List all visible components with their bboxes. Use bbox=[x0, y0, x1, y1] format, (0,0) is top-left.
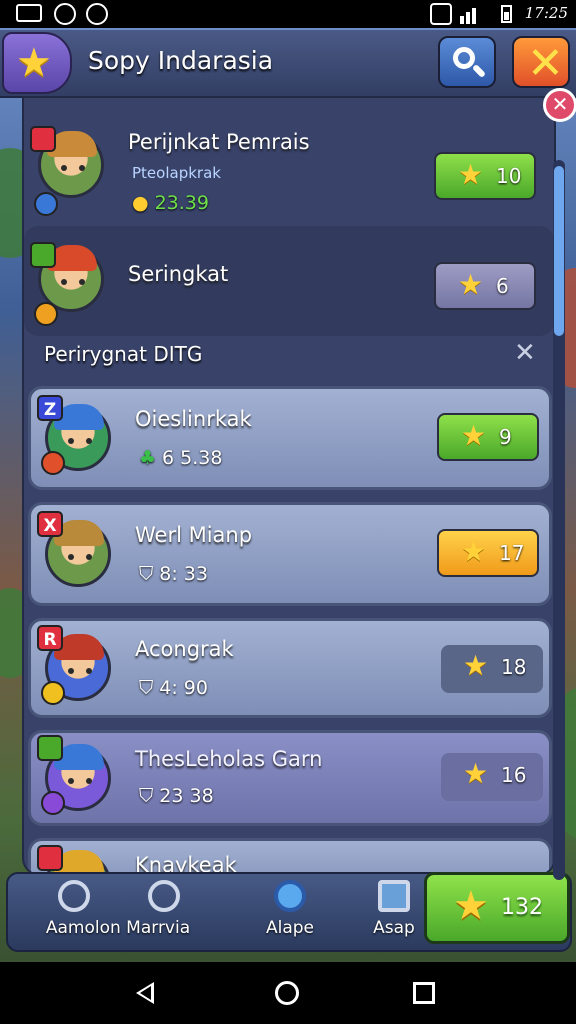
total-stars-count: 132 bbox=[501, 895, 543, 920]
top-bar: ★ Sopy Indarasia ✕ bbox=[0, 30, 576, 98]
battery-icon bbox=[501, 5, 512, 23]
medal-icon bbox=[41, 451, 65, 475]
medal-icon bbox=[34, 192, 58, 216]
back-icon[interactable] bbox=[136, 982, 154, 1004]
collapse-button[interactable]: ✕ bbox=[514, 338, 536, 368]
player-name: Werl Mianp bbox=[135, 523, 253, 547]
star-icon: ★ bbox=[16, 40, 52, 86]
status-bar: 17:25 bbox=[0, 0, 576, 28]
list-item[interactable]: Perijnkat Pemrais Pteolapkrak ● 23.39 ★ 10 bbox=[24, 108, 554, 218]
player-score: ♣ 6 5.38 bbox=[139, 447, 223, 469]
list-item[interactable]: Z Oieslinrkak ♣ 6 5.38 ★ 9 bbox=[28, 386, 552, 490]
rank-badge bbox=[30, 242, 56, 268]
star-count-button[interactable]: ★ 16 bbox=[441, 753, 543, 801]
star-icon: ★ bbox=[463, 649, 489, 682]
player-name: Oieslinrkak bbox=[135, 407, 252, 431]
total-stars-button[interactable]: ★ 132 bbox=[424, 872, 570, 944]
star-count-button[interactable]: ★ 17 bbox=[437, 529, 539, 577]
rank-badge bbox=[30, 126, 56, 152]
rank-badge: X bbox=[37, 511, 63, 537]
pin-icon bbox=[274, 880, 306, 912]
scrollbar[interactable] bbox=[553, 160, 565, 880]
rank-badge: R bbox=[37, 625, 63, 651]
player-subtitle: Pteolapkrak bbox=[132, 164, 221, 182]
rank-badge: Z bbox=[37, 395, 63, 421]
home-icon[interactable] bbox=[275, 981, 299, 1005]
rank-badge bbox=[37, 735, 63, 761]
nav-item-asap[interactable]: Asap bbox=[364, 880, 424, 938]
ring-icon bbox=[148, 880, 180, 912]
clock: 17:25 bbox=[524, 4, 568, 22]
player-score: ● 23.39 bbox=[132, 192, 209, 214]
star-icon: ★ bbox=[461, 535, 487, 568]
nav-item-marrvia[interactable]: Aamolon Marrvia bbox=[38, 880, 198, 938]
leaf-icon: ♣ bbox=[139, 447, 157, 469]
notification-icon bbox=[16, 4, 42, 22]
close-icon: ✕ bbox=[527, 38, 564, 89]
player-score: ⛉ 8: 33 bbox=[139, 563, 208, 585]
ring-icon bbox=[58, 880, 90, 912]
list-item[interactable]: X Werl Mianp ⛉ 8: 33 ★ 17 bbox=[28, 502, 552, 606]
medal-icon bbox=[41, 681, 65, 705]
search-icon bbox=[453, 47, 475, 69]
medal-icon bbox=[41, 791, 65, 815]
sync-icon bbox=[54, 3, 76, 25]
leaderboard-panel: Perijnkat Pemrais Pteolapkrak ● 23.39 ★ 10… bbox=[22, 96, 556, 876]
star-count-button[interactable]: ★ 9 bbox=[437, 413, 539, 461]
search-button[interactable] bbox=[438, 36, 496, 88]
wifi-icon bbox=[430, 3, 452, 25]
close-icon: ✕ bbox=[551, 92, 569, 116]
star-icon: ★ bbox=[458, 158, 484, 191]
star-icon: ★ bbox=[453, 883, 489, 929]
player-name: Acongrak bbox=[135, 637, 234, 661]
medal-icon bbox=[34, 302, 58, 326]
star-icon: ★ bbox=[463, 757, 489, 790]
list-item[interactable]: R Acongrak ⛉ 4: 90 ★ 18 bbox=[28, 618, 552, 718]
dismiss-button[interactable]: ✕ bbox=[543, 88, 576, 122]
player-name: Seringkat bbox=[128, 262, 229, 286]
coin-icon: ● bbox=[132, 192, 149, 214]
shield-icon: ⛉ bbox=[139, 677, 154, 699]
player-name: ThesLeholas Garn bbox=[135, 747, 323, 771]
shield-icon: ⛉ bbox=[139, 785, 154, 807]
page-title: Sopy Indarasia bbox=[88, 46, 274, 75]
star-count-button[interactable]: ★ 6 bbox=[434, 262, 536, 310]
list-item[interactable]: ThesLeholas Garn ⛉ 23 38 ★ 16 bbox=[28, 730, 552, 826]
signal-icon bbox=[460, 16, 464, 24]
list-item[interactable]: Knaykeak bbox=[28, 838, 552, 874]
system-nav-bar bbox=[0, 962, 576, 1024]
scrollbar-thumb[interactable] bbox=[554, 166, 564, 336]
map-icon bbox=[378, 880, 410, 912]
shield-icon: ⛉ bbox=[139, 563, 154, 585]
download-icon bbox=[86, 3, 108, 25]
player-name: Perijnkat Pemrais bbox=[128, 130, 310, 154]
star-icon: ★ bbox=[458, 268, 484, 301]
close-icon: ✕ bbox=[514, 338, 536, 368]
list-item[interactable]: Seringkat ★ 6 bbox=[24, 226, 554, 336]
section-title: Perirygnat DITG bbox=[44, 342, 203, 366]
close-button[interactable]: ✕ bbox=[512, 36, 570, 89]
star-badge[interactable]: ★ bbox=[2, 32, 72, 94]
rank-badge bbox=[37, 845, 63, 871]
nav-item-alape[interactable]: Alape bbox=[260, 880, 320, 938]
recents-icon[interactable] bbox=[413, 982, 435, 1004]
star-count-button[interactable]: ★ 18 bbox=[441, 645, 543, 693]
star-icon: ★ bbox=[461, 419, 487, 452]
player-score: ⛉ 4: 90 bbox=[139, 677, 208, 699]
star-count-button[interactable]: ★ 10 bbox=[434, 152, 536, 200]
player-score: ⛉ 23 38 bbox=[139, 785, 214, 807]
